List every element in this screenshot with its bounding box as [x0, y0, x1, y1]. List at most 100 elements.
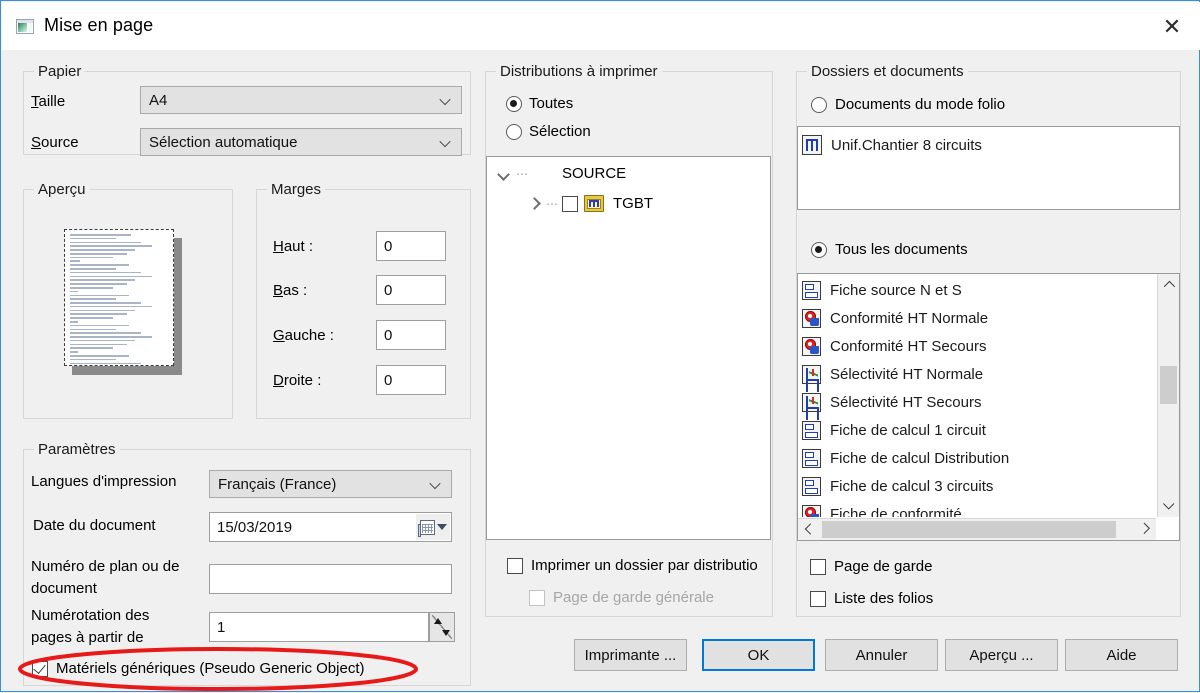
- radio-tous-documents[interactable]: [811, 242, 827, 258]
- window-title: Mise en page: [44, 15, 154, 35]
- chevron-down-icon: [441, 139, 450, 148]
- materiels-generiques-label: Matériels génériques (Pseudo Generic Obj…: [56, 660, 365, 677]
- tree-item-tgbt[interactable]: ⋯ TGBT: [529, 195, 653, 212]
- gauche-label: Gauche :: [273, 327, 334, 344]
- radio-selection-label: Sélection: [529, 123, 591, 140]
- chevron-right-icon[interactable]: [529, 197, 542, 210]
- tree-item-source-label: SOURCE: [562, 165, 627, 182]
- numerotation-stepper[interactable]: [429, 612, 455, 642]
- chevron-down-icon: [436, 524, 447, 530]
- horizontal-scroll-thumb[interactable]: [822, 521, 1116, 538]
- document-label: Fiche de calcul Distribution: [830, 449, 1010, 467]
- tree-item-source[interactable]: ⋯ SOURCE: [497, 165, 626, 182]
- document-label: Sélectivité HT Normale: [830, 365, 984, 383]
- list-item[interactable]: Fiche de calcul 3 circuits: [798, 472, 1156, 500]
- title-bar: Mise en page ✕: [2, 2, 1200, 50]
- distributions-tree[interactable]: ⋯ SOURCE ⋯ TGBT: [486, 156, 771, 540]
- haut-input[interactable]: 0: [376, 231, 446, 261]
- scroll-right-icon[interactable]: [1134, 519, 1156, 540]
- list-item[interactable]: Fiche de conformité: [798, 500, 1156, 517]
- document-label: Fiche de calcul 1 circuit: [830, 421, 986, 439]
- page-de-garde-checkbox[interactable]: [810, 559, 826, 575]
- liste-folios-checkbox[interactable]: [810, 591, 826, 607]
- conformite-icon: [802, 504, 821, 517]
- taille-select[interactable]: A4: [140, 86, 462, 114]
- numerotation-label-line2: pages à partir de: [31, 629, 144, 646]
- numero-plan-label-line2: document: [31, 580, 97, 597]
- documents-list[interactable]: Fiche source N et S Conformité HT Normal…: [797, 273, 1180, 541]
- date-value: 15/03/2019: [217, 518, 293, 536]
- vertical-scroll-thumb[interactable]: [1160, 366, 1177, 404]
- apercu-button[interactable]: Aperçu ...: [945, 639, 1058, 671]
- list-item[interactable]: Unif.Chantier 8 circuits: [798, 131, 1179, 159]
- taille-value: A4: [149, 91, 168, 109]
- document-label: Sélectivité HT Secours: [830, 393, 982, 411]
- chevron-down-icon: [441, 97, 450, 106]
- date-input[interactable]: 15/03/2019: [209, 512, 452, 542]
- droite-label: Droite :: [273, 372, 322, 389]
- calendar-dropdown-button[interactable]: [416, 514, 450, 540]
- radio-toutes[interactable]: [506, 96, 522, 112]
- selectivite-icon: [802, 364, 821, 384]
- page-setup-icon: [16, 19, 34, 34]
- stepper-up-icon[interactable]: [434, 618, 442, 624]
- close-icon[interactable]: ✕: [1145, 3, 1199, 50]
- numerotation-input[interactable]: 1: [209, 612, 429, 642]
- tree-item-tgbt-label: TGBT: [613, 195, 653, 212]
- date-label: Date du document: [33, 517, 156, 534]
- selectivite-icon: [802, 392, 821, 412]
- gauche-input[interactable]: 0: [376, 320, 446, 350]
- scroll-up-icon[interactable]: [1158, 274, 1179, 296]
- droite-input[interactable]: 0: [376, 365, 446, 395]
- imprimante-button[interactable]: Imprimante ...: [574, 639, 687, 671]
- list-item[interactable]: Fiche source N et S: [798, 276, 1156, 304]
- document-label: Conformité HT Normale: [830, 309, 989, 327]
- langues-value: Français (France): [218, 475, 337, 493]
- list-item[interactable]: Sélectivité HT Normale: [798, 360, 1156, 388]
- tree-dots: ⋯: [546, 196, 558, 211]
- tree-item-tgbt-checkbox[interactable]: [562, 195, 578, 212]
- documents-horizontal-scrollbar[interactable]: [798, 518, 1156, 540]
- source-select[interactable]: Sélection automatique: [140, 128, 462, 156]
- chevron-down-icon[interactable]: [497, 167, 510, 180]
- imprimante-button-label: Imprimante ...: [584, 646, 677, 664]
- materiels-generiques-checkbox[interactable]: [32, 661, 48, 677]
- list-item[interactable]: Conformité HT Normale: [798, 304, 1156, 332]
- list-item[interactable]: Fiche de calcul Distribution: [798, 444, 1156, 472]
- radio-documents-folio[interactable]: [811, 97, 827, 113]
- langues-label: Langues d'impression: [31, 473, 177, 490]
- parametres-legend: Paramètres: [34, 441, 120, 458]
- document-label: Fiche de calcul 3 circuits: [830, 477, 994, 495]
- numero-plan-input[interactable]: [209, 564, 452, 594]
- aide-button[interactable]: Aide: [1065, 639, 1178, 671]
- langues-select[interactable]: Français (France): [209, 470, 452, 498]
- conformite-icon: [802, 336, 821, 356]
- list-item[interactable]: Conformité HT Secours: [798, 332, 1156, 360]
- distributions-legend: Distributions à imprimer: [496, 63, 662, 80]
- ok-button[interactable]: OK: [702, 639, 815, 671]
- source-value: Sélection automatique: [149, 133, 298, 151]
- haut-value: 0: [384, 237, 393, 255]
- liste-folios-label: Liste des folios: [834, 590, 934, 607]
- list-item[interactable]: Sélectivité HT Secours: [798, 388, 1156, 416]
- scroll-left-icon[interactable]: [798, 519, 820, 540]
- bas-input[interactable]: 0: [376, 275, 446, 305]
- radio-tous-documents-label: Tous les documents: [835, 241, 968, 258]
- annuler-button-label: Annuler: [855, 646, 908, 664]
- stepper-down-icon[interactable]: [442, 630, 450, 636]
- scroll-down-icon[interactable]: [1158, 495, 1179, 517]
- document-label: Conformité HT Secours: [830, 337, 987, 355]
- apercu-legend: Aperçu: [34, 181, 90, 198]
- fiche-calcul-icon: [802, 280, 821, 300]
- fiche-calcul-icon: [802, 476, 821, 496]
- list-item[interactable]: Fiche de calcul 1 circuit: [798, 416, 1156, 444]
- annuler-button[interactable]: Annuler: [825, 639, 938, 671]
- folio-documents-list[interactable]: Unif.Chantier 8 circuits: [797, 126, 1180, 210]
- numerotation-value: 1: [217, 618, 226, 636]
- radio-toutes-label: Toutes: [529, 95, 574, 112]
- documents-vertical-scrollbar[interactable]: [1157, 274, 1179, 517]
- radio-selection[interactable]: [506, 124, 522, 140]
- imprimer-dossier-checkbox[interactable]: [507, 558, 523, 574]
- dossiers-legend: Dossiers et documents: [807, 63, 968, 80]
- apercu-button-label: Aperçu ...: [969, 646, 1034, 664]
